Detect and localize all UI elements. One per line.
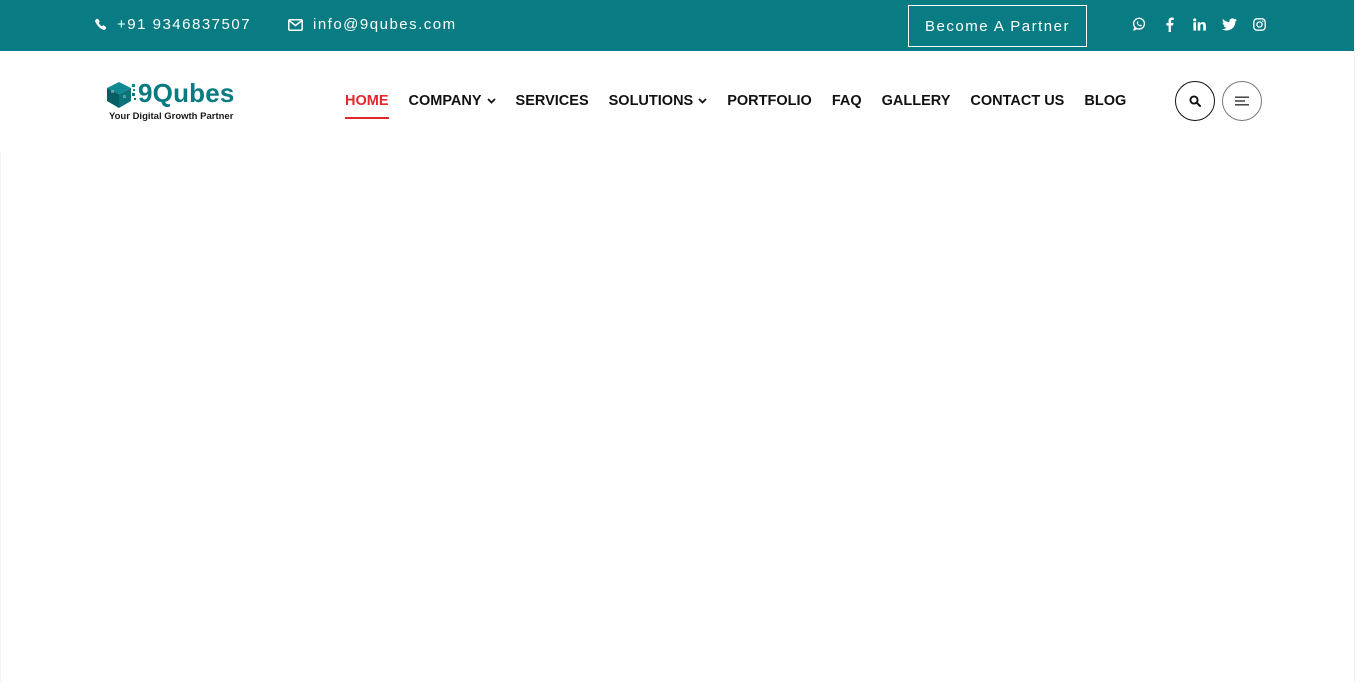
chevron-down-icon [486, 98, 496, 104]
nav-item-solutions[interactable]: SOLUTIONS [609, 93, 708, 109]
offcanvas-menu-button[interactable] [1222, 81, 1262, 121]
nav-item-services[interactable]: SERVICES [516, 93, 589, 109]
nav-item-label: SOLUTIONS [608, 93, 694, 109]
phone-icon [95, 18, 107, 30]
nav-item-label: HOME [345, 93, 389, 109]
twitter-icon[interactable] [1216, 14, 1242, 34]
nav-item-label: SERVICES [515, 93, 589, 109]
facebook-icon[interactable] [1156, 14, 1182, 34]
nav-item-blog[interactable]: BLOG [1084, 93, 1126, 109]
nav-item-company[interactable]: COMPANY [409, 93, 496, 109]
whatsapp-icon[interactable] [1126, 14, 1152, 34]
nav-item-home[interactable]: HOME [345, 93, 389, 119]
menu-lines-icon [1235, 96, 1249, 106]
search-button[interactable] [1175, 81, 1215, 121]
cube-logo-icon [107, 82, 136, 108]
nav-item-label: GALLERY [881, 93, 951, 109]
logo-tagline: Your Digital Growth Partner [109, 111, 234, 122]
nav-item-faq[interactable]: FAQ [832, 93, 862, 109]
search-icon [1189, 95, 1201, 107]
site-logo[interactable]: 9Qubes Your Digital Growth Partner [105, 78, 250, 126]
nav-item-label: FAQ [831, 93, 862, 109]
instagram-icon[interactable] [1246, 14, 1272, 34]
scrollbar-track[interactable] [1354, 0, 1366, 682]
linkedin-icon[interactable] [1186, 14, 1212, 34]
nav-item-label: BLOG [1084, 93, 1127, 109]
email-contact[interactable]: info@9qubes.com [288, 0, 457, 50]
main-header: 9Qubes Your Digital Growth Partner HOME … [0, 51, 1354, 151]
phone-number: +91 9346837507 [117, 16, 252, 33]
nav-item-label: CONTACT US [970, 93, 1065, 109]
logo-brand-name: 9Qubes [138, 78, 235, 108]
become-partner-button[interactable]: Become A Partner [908, 5, 1087, 47]
phone-contact[interactable]: +91 9346837507 [94, 0, 251, 50]
nav-item-gallery[interactable]: GALLERY [882, 93, 951, 109]
email-address: info@9qubes.com [313, 16, 457, 33]
nav-item-portfolio[interactable]: PORTFOLIO [727, 93, 812, 109]
page-edge [0, 151, 1, 682]
chevron-down-icon [698, 98, 707, 104]
top-bar: +91 9346837507 info@9qubes.com Become A … [0, 0, 1354, 51]
main-navigation: HOME COMPANY SERVICES SOLUTIONS PORTFOLI… [345, 51, 1146, 151]
social-links [1126, 0, 1276, 48]
nav-item-contact-us[interactable]: CONTACT US [970, 93, 1064, 109]
nav-item-label: PORTFOLIO [727, 93, 812, 109]
nav-item-label: COMPANY [408, 93, 482, 109]
envelope-icon [288, 18, 303, 31]
